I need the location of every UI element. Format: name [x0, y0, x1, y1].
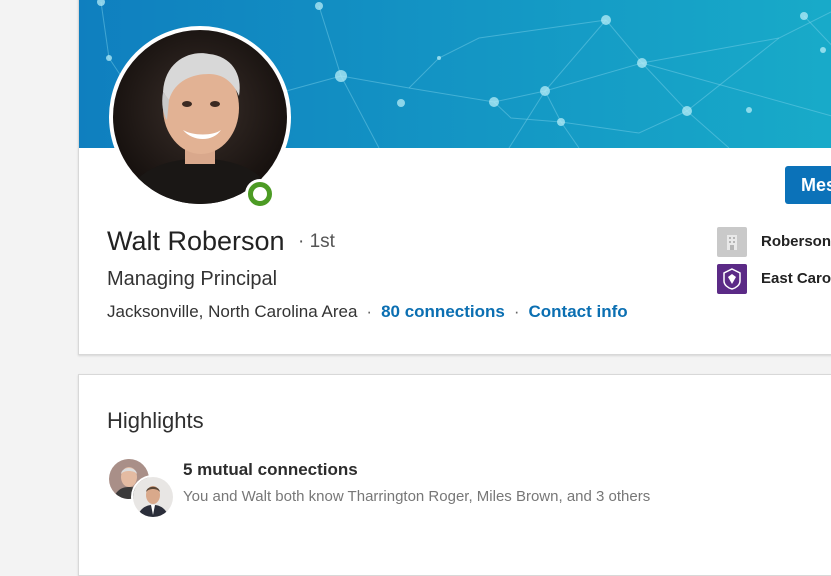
highlights-card: Highlights 5 mutual connections You and …: [78, 374, 831, 576]
current-company-label: Roberson: [761, 233, 831, 250]
school-crest-icon: [717, 264, 747, 294]
message-button[interactable]: Mes: [785, 166, 831, 204]
separator-dot: ·: [513, 302, 520, 321]
connections-link[interactable]: 80 connections: [381, 302, 505, 321]
online-status-icon: [245, 179, 275, 209]
contact-info-link[interactable]: Contact info: [529, 302, 628, 321]
company-building-icon: [717, 227, 747, 257]
profile-name: Walt Roberson: [107, 226, 285, 256]
connection-degree: · 1st: [298, 231, 335, 252]
profile-top-card: Mes Walt Roberson · 1st Managing Princip…: [78, 0, 831, 355]
profile-meta-row: Jacksonville, North Carolina Area · 80 con…: [107, 302, 628, 322]
mutual-connection-avatar[interactable]: [131, 475, 175, 519]
profile-headline: Managing Principal: [107, 268, 278, 290]
mutual-connections-subtitle: You and Walt both know Tharrington Roger…: [183, 488, 651, 505]
profile-location: Jacksonville, North Carolina Area: [107, 302, 358, 321]
highlights-title: Highlights: [107, 408, 204, 433]
education-label: East Caro: [761, 270, 831, 287]
separator-dot: ·: [366, 302, 373, 321]
mutual-connections-title[interactable]: 5 mutual connections: [183, 460, 358, 480]
